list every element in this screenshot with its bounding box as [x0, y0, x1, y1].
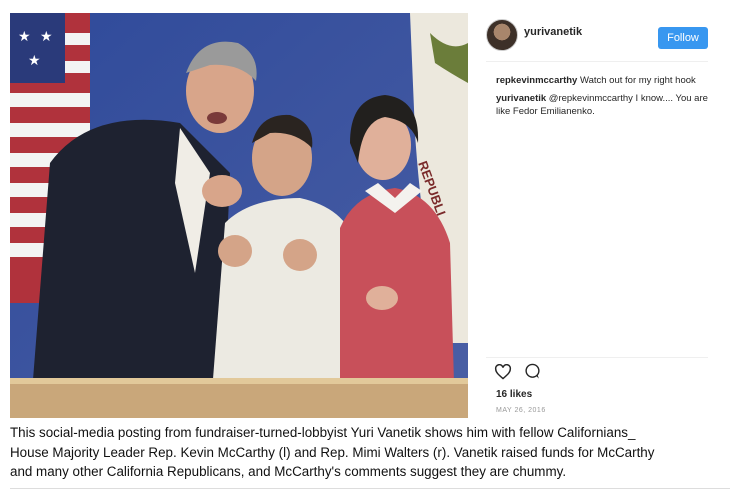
comment-username[interactable]: yurivanetik: [496, 93, 546, 104]
comment: repkevinmccarthy Watch out for my right …: [496, 74, 711, 87]
post-photo[interactable]: ★ ★ ★ REPUBLI: [10, 13, 468, 418]
heart-outline-icon[interactable]: [494, 363, 512, 385]
follow-button[interactable]: Follow: [658, 27, 708, 49]
post-sidebar: yurivanetik Follow repkevinmccarthy Watc…: [480, 13, 728, 418]
svg-text:★: ★: [18, 29, 31, 45]
photo-illustration: ★ ★ ★ REPUBLI: [10, 13, 468, 418]
caption-line: House Majority Leader Rep. Kevin McCarth…: [10, 444, 655, 460]
post-date: MAY 26, 2016: [496, 407, 546, 414]
post-header: yurivanetik Follow: [480, 19, 720, 59]
comment-username[interactable]: repkevinmccarthy: [496, 75, 577, 86]
caption-line: and many other California Republicans, a…: [10, 464, 567, 479]
bottom-rule: [10, 488, 730, 489]
speech-bubble-icon[interactable]: [524, 363, 541, 385]
svg-text:★: ★: [40, 29, 53, 45]
comments-list: repkevinmccarthy Watch out for my right …: [496, 74, 711, 123]
svg-text:★: ★: [28, 53, 41, 69]
header-divider: [486, 61, 708, 62]
post-username[interactable]: yurivanetik: [524, 26, 582, 38]
avatar[interactable]: [486, 19, 518, 51]
likes-count[interactable]: 16 likes: [496, 389, 532, 400]
post-actions: [494, 363, 541, 385]
comment-text: Watch out for my right hook: [577, 75, 696, 86]
article-caption: This social-media posting from fundraise…: [10, 423, 730, 482]
comment: yurivanetik @repkevinmccarthy I know....…: [496, 92, 711, 118]
instagram-post: ★ ★ ★ REPUBLI yurivanetik Follow repkevi…: [10, 13, 728, 418]
caption-line: This social-media posting from fundraise…: [10, 425, 636, 440]
actions-divider: [486, 357, 708, 358]
